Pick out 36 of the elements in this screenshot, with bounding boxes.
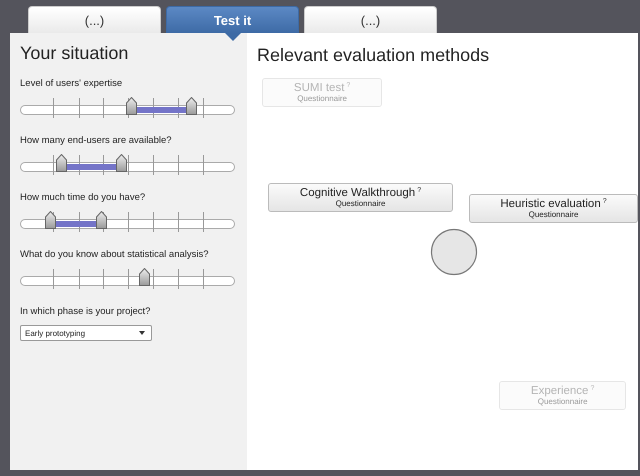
method-type: Questionnaire: [528, 210, 580, 219]
method-type: Questionnaire: [536, 397, 589, 406]
method-type: Questionnaire: [334, 199, 386, 208]
slider-thumb[interactable]: [116, 154, 127, 172]
phase-dropdown[interactable]: Early prototyping: [20, 325, 152, 341]
question-label: What do you know about statistical analysis?: [20, 249, 210, 260]
slider-thumb[interactable]: [45, 211, 56, 229]
method-name: Cognitive Walkthrough: [300, 187, 416, 199]
section-title: Relevant evaluation methods: [257, 45, 490, 66]
range-slider[interactable]: [20, 97, 235, 119]
slider-thumb[interactable]: [96, 211, 108, 229]
help-link[interactable]: ?: [602, 198, 607, 205]
panel-title: Your situation: [20, 43, 130, 64]
range-slider[interactable]: [20, 268, 235, 290]
range-slider[interactable]: [20, 154, 235, 176]
tab[interactable]: (...): [28, 6, 161, 33]
tab[interactable]: (...): [304, 6, 437, 33]
caret-icon: [139, 331, 145, 335]
slider-thumb[interactable]: [56, 154, 67, 172]
method-type: Questionnaire: [296, 94, 348, 103]
method-card[interactable]: Heuristic evaluation $^{?}$ Questionnaire: [469, 194, 638, 223]
pointer-icon: [225, 33, 241, 41]
method-card[interactable]: Cognitive Walkthrough $^{?}$ Questionnaire: [268, 183, 453, 212]
slider-thumb[interactable]: [139, 268, 150, 286]
range-slider[interactable]: [20, 211, 235, 233]
circle-handle[interactable]: [430, 228, 478, 276]
question-label: How many end-users are available?: [20, 135, 173, 146]
help-link[interactable]: ?: [417, 187, 422, 194]
question-label: How much time do you have?: [20, 192, 146, 203]
slider-thumb[interactable]: [186, 97, 197, 115]
method-name: SUMI test: [294, 82, 344, 94]
method-name: Experience: [530, 385, 588, 397]
question-label: In which phase is your project?: [20, 306, 152, 317]
slider-thumb[interactable]: [126, 97, 138, 115]
question-label: Level of users' expertise: [20, 78, 124, 89]
method-name: Heuristic evaluation: [500, 198, 601, 210]
